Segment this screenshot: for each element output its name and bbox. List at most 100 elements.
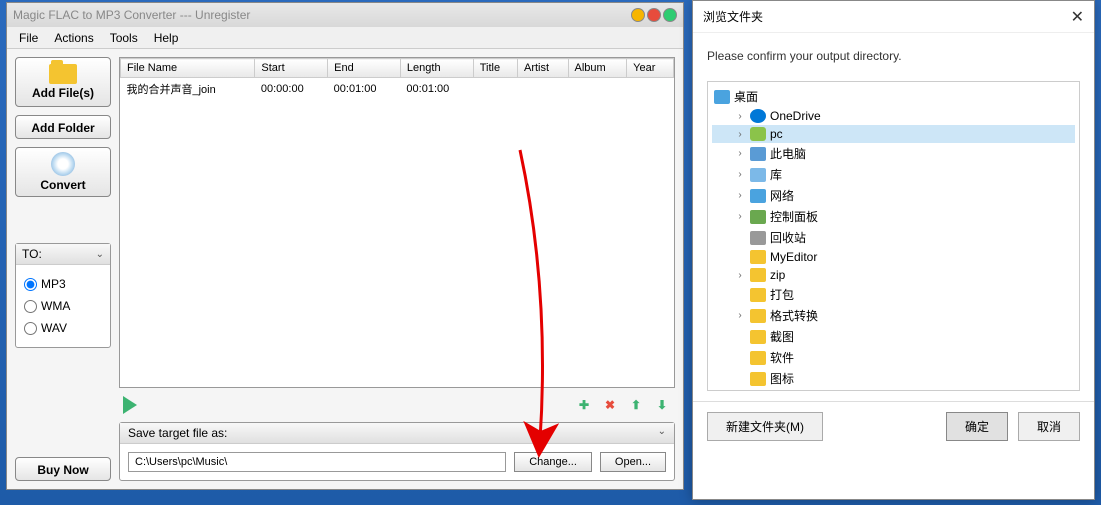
change-button[interactable]: Change... [514,452,592,472]
convert-button[interactable]: Convert [15,147,111,197]
tree-root[interactable]: 桌面 [712,86,1075,107]
folder-icon [750,288,766,302]
expand-arrow-icon[interactable]: › [734,310,746,321]
format-radio-wma[interactable]: WMA [24,295,102,317]
menu-help[interactable]: Help [154,31,179,45]
tree-item-label: 控制面板 [770,208,818,225]
column-header[interactable]: Length [400,59,473,78]
window-title: Magic FLAC to MP3 Converter --- Unregist… [13,8,250,22]
tree-item[interactable]: › 控制面板 [712,206,1075,227]
tree-item[interactable]: 打包 [712,284,1075,305]
pc-icon [750,147,766,161]
format-radio-mp3[interactable]: MP3 [24,273,102,295]
tree-item-label: 截图 [770,328,794,345]
add-icon[interactable]: ✚ [575,396,593,414]
cell-year [627,78,674,101]
folder-icon [49,64,77,84]
buy-now-button[interactable]: Buy Now [15,457,111,481]
expand-arrow-icon[interactable]: › [734,169,746,180]
new-folder-button[interactable]: 新建文件夹(M) [707,412,823,441]
tree-item[interactable]: 软件 [712,347,1075,368]
tree-item-label: 此电脑 [770,145,806,162]
tree-item-label: 库 [770,166,782,183]
remove-icon[interactable]: ✖ [601,396,619,414]
to-panel-title: TO: [22,247,42,261]
column-header[interactable]: Title [473,59,517,78]
up-icon[interactable]: ⬆ [627,396,645,414]
expand-arrow-icon[interactable]: › [734,148,746,159]
main-area: File NameStartEndLengthTitleArtistAlbumY… [119,57,675,481]
tree-item[interactable]: ›网络 [712,185,1075,206]
tree-item-label: 打包 [770,286,794,303]
expand-arrow-icon[interactable]: › [734,211,746,222]
save-label: Save target file as: [128,426,227,440]
menu-tools[interactable]: Tools [110,31,138,45]
collapse-icon[interactable]: ⌄ [658,426,666,440]
add-files-button[interactable]: Add File(s) [15,57,111,107]
cp-icon [750,210,766,224]
down-icon[interactable]: ⬇ [653,396,671,414]
tree-item[interactable]: ›格式转换 [712,305,1075,326]
column-header[interactable]: Album [568,59,627,78]
expand-arrow-icon[interactable]: › [734,270,746,281]
column-header[interactable]: End [328,59,401,78]
dialog-title: 浏览文件夹 [703,8,763,25]
file-table[interactable]: File NameStartEndLengthTitleArtistAlbumY… [119,57,675,388]
expand-arrow-icon[interactable]: › [734,111,746,122]
tree-item[interactable]: 图标 [712,368,1075,389]
menu-file[interactable]: File [19,31,38,45]
add-folder-button[interactable]: Add Folder [15,115,111,139]
column-header[interactable]: Artist [517,59,568,78]
bin-icon [750,231,766,245]
cell-album [568,78,627,101]
maximize-button[interactable] [647,8,661,22]
tree-item[interactable]: › 此电脑 [712,143,1075,164]
close-button[interactable] [663,8,677,22]
folder-icon [750,330,766,344]
tree-item[interactable]: 截图 [712,326,1075,347]
cloud-icon [750,109,766,123]
tree-item-label: MyEditor [770,250,817,264]
column-header[interactable]: Year [627,59,674,78]
tree-item[interactable]: ›pc [712,125,1075,143]
lib-icon [750,168,766,182]
radio-input[interactable] [24,322,37,335]
column-header[interactable]: File Name [121,59,255,78]
cell-end: 00:01:00 [328,78,401,101]
cancel-button[interactable]: 取消 [1018,412,1080,441]
tree-item[interactable]: ›库 [712,164,1075,185]
dialog-close-button[interactable]: ✕ [1071,7,1084,27]
expand-arrow-icon[interactable]: › [734,190,746,201]
tree-item[interactable]: 回收站 [712,227,1075,248]
folder-tree[interactable]: 桌面 ›OneDrive›pc›此电脑›库›网络›控制面板回收站MyEditor… [707,81,1080,391]
folder-icon [750,250,766,264]
table-row[interactable]: 我的合并声音_join00:00:0000:01:0000:01:00 [121,78,674,101]
minimize-button[interactable] [631,8,645,22]
tree-item[interactable]: MyEditor [712,248,1075,266]
tree-item-label: OneDrive [770,109,821,123]
menubar: File Actions Tools Help [7,27,683,49]
open-button[interactable]: Open... [600,452,666,472]
add-files-label: Add File(s) [32,86,94,100]
browse-folder-dialog: 浏览文件夹 ✕ Please confirm your output direc… [692,0,1095,500]
play-button[interactable] [123,396,137,414]
radio-input[interactable] [24,278,37,291]
tree-item[interactable]: ›zip [712,266,1075,284]
convert-icon [51,152,75,176]
expand-arrow-icon[interactable]: › [734,129,746,140]
menu-actions[interactable]: Actions [54,31,93,45]
main-window: Magic FLAC to MP3 Converter --- Unregist… [6,2,684,490]
to-panel: TO: ⌄ MP3WMAWAV [15,243,111,348]
folder-icon [750,309,766,323]
format-radio-wav[interactable]: WAV [24,317,102,339]
tree-item-label: 回收站 [770,229,806,246]
ok-button[interactable]: 确定 [946,412,1008,441]
convert-label: Convert [40,178,85,192]
radio-input[interactable] [24,300,37,313]
folder-icon [750,351,766,365]
tree-root-label: 桌面 [734,88,758,105]
save-path-input[interactable] [128,452,506,472]
tree-item[interactable]: › OneDrive [712,107,1075,125]
collapse-icon[interactable]: ⌄ [96,249,104,260]
column-header[interactable]: Start [255,59,328,78]
